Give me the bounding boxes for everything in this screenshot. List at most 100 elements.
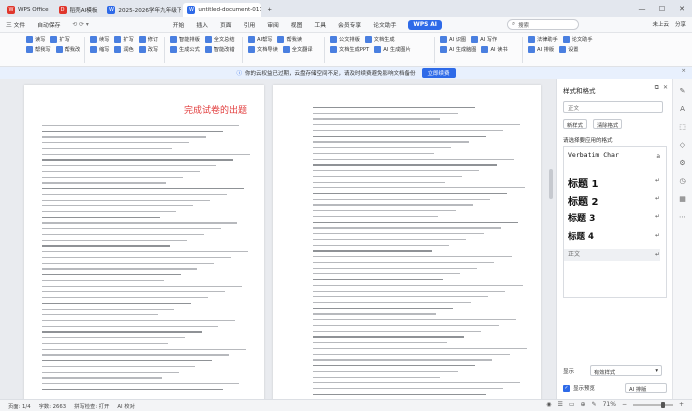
ribbon-button[interactable]: 智能排版	[170, 36, 200, 43]
history-icon[interactable]: ◷	[679, 177, 685, 185]
menu-item[interactable]: 视图	[285, 20, 309, 29]
spell-check[interactable]: 拼写检查: 打开	[74, 402, 109, 410]
ribbon-button[interactable]: AI帮写	[248, 36, 272, 43]
more-icon[interactable]: ⋯	[679, 213, 686, 221]
ribbon-button[interactable]: 帮我读	[277, 36, 302, 43]
tool-icon	[440, 46, 447, 53]
text-line	[313, 152, 434, 155]
renew-button[interactable]: 立即续费	[421, 68, 456, 78]
text-line	[313, 370, 458, 372]
page-view-icon[interactable]: ▭	[569, 401, 575, 408]
browser-tab[interactable]: W WPS Office	[3, 3, 53, 17]
browser-tab[interactable]: D 稻壳AI模板	[55, 3, 102, 17]
autosave-toggle[interactable]: 自动保存	[31, 20, 66, 29]
style-item[interactable]: 标题 1	[568, 175, 598, 190]
ribbon-button[interactable]: 帮我改	[55, 46, 80, 53]
style-item[interactable]: Verbatim Char	[568, 151, 619, 159]
file-menu[interactable]: 三 文件	[0, 20, 31, 29]
word-count[interactable]: 字数: 2663	[39, 402, 67, 410]
document-page-2[interactable]	[273, 85, 541, 399]
document-area[interactable]: 完成试卷的出题	[0, 79, 556, 399]
ribbon-button[interactable]: 全文翻译	[282, 46, 313, 53]
layout-icon[interactable]: ☰	[557, 401, 562, 408]
ribbon-button[interactable]: 改写	[138, 46, 158, 53]
menu-item[interactable]: 开始	[167, 20, 191, 29]
clear-format-button[interactable]: 清除格式	[593, 119, 623, 129]
ribbon-button[interactable]: 设置	[559, 46, 579, 53]
ribbon-button[interactable]: 智能改错	[204, 46, 235, 53]
maximize-icon[interactable]: ☐	[652, 0, 672, 17]
ribbon-button[interactable]: 缩写	[90, 46, 109, 53]
style-icon[interactable]: A	[680, 105, 685, 113]
ribbon-button[interactable]: AI 识图	[440, 36, 466, 43]
ai-proofread[interactable]: AI 校对	[117, 402, 134, 410]
menu-item[interactable]: 审阅	[261, 20, 285, 29]
zoom-slider[interactable]	[632, 401, 673, 408]
menu-item[interactable]: 页面	[214, 20, 238, 29]
ribbon-button[interactable]: 帮我写	[26, 46, 51, 53]
menu-item[interactable]: 会员专享	[332, 20, 367, 29]
style-item[interactable]: 标题 2	[568, 193, 598, 208]
ribbon-button[interactable]: 扩写	[50, 36, 70, 43]
tab-label: WPS Office	[18, 7, 49, 13]
menu-item[interactable]: 工具	[308, 20, 332, 29]
ribbon-button[interactable]: 文档生成PPT	[330, 46, 369, 53]
adjust-icon[interactable]: ⚙	[679, 159, 685, 167]
text-line	[313, 387, 504, 390]
select-icon[interactable]: ⬚	[679, 123, 686, 131]
ribbon-button[interactable]: AI 生成脑图	[440, 46, 476, 53]
zoom-out-icon[interactable]: −	[622, 401, 627, 408]
ribbon-button[interactable]: 论文助手	[562, 36, 593, 43]
ribbon-button[interactable]: 公文排版	[330, 36, 360, 43]
close-icon[interactable]: ✕	[663, 84, 668, 92]
ribbon-button[interactable]: 润色	[114, 46, 134, 53]
web-view-icon[interactable]: ⊕	[581, 401, 586, 408]
ribbon-button[interactable]: AI 写作	[471, 36, 497, 43]
menu-item[interactable]: 论文助手	[367, 20, 402, 29]
show-select[interactable]: 有效样式 ▾	[590, 365, 662, 376]
preview-checkbox[interactable]: ✓ 显示预览	[563, 384, 595, 392]
style-item[interactable]: 标题 3	[568, 211, 595, 224]
minimize-icon[interactable]: —	[632, 0, 652, 17]
view-icon[interactable]: ◉	[546, 401, 551, 408]
cloud-status[interactable]: 未上云	[652, 20, 669, 28]
browser-tab[interactable]: W2025-2026学年九年级下册数学×	[103, 3, 181, 17]
ribbon-button[interactable]: 生成公式	[170, 46, 200, 53]
menu-item[interactable]: 插入	[190, 20, 214, 29]
ribbon-button[interactable]: 全文总结	[204, 36, 235, 43]
new-style-button[interactable]: 新样式	[563, 119, 587, 129]
ai-layout-button[interactable]: AI 排版	[625, 383, 667, 393]
ribbon-button[interactable]: AI 读书	[481, 46, 508, 53]
new-tab-button[interactable]: +	[263, 3, 276, 17]
current-style-field[interactable]: 正文	[563, 101, 663, 113]
grid-icon[interactable]: ▦	[679, 195, 686, 203]
ribbon-button[interactable]: 法律助手	[528, 36, 558, 43]
document-page-1[interactable]: 完成试卷的出题	[24, 85, 264, 399]
ribbon-button[interactable]: 修订	[138, 36, 158, 43]
close-notification-icon[interactable]: ×	[681, 68, 686, 74]
ribbon-button[interactable]: AI 生成图片	[374, 46, 411, 53]
ribbon-button[interactable]: AI 排版	[528, 46, 554, 53]
ribbon-button[interactable]: 续写	[90, 36, 109, 43]
zoom-level[interactable]: 71%	[603, 401, 616, 408]
share-button[interactable]: 分享	[675, 20, 686, 28]
read-view-icon[interactable]: ✎	[592, 401, 597, 408]
search-input[interactable]: ⌕ 搜索	[507, 19, 579, 30]
wps-ai-button[interactable]: WPS AI	[402, 19, 447, 30]
zoom-in-icon[interactable]: +	[679, 401, 684, 408]
page-indicator[interactable]: 页面: 1/4	[8, 402, 31, 410]
style-item[interactable]: 标题 4	[568, 230, 594, 242]
menu-item[interactable]: 引用	[238, 20, 262, 29]
ribbon-button[interactable]: 文档生成	[364, 36, 395, 43]
browser-tab[interactable]: Wuntitled-document-0115×	[183, 3, 262, 17]
edit-icon[interactable]: ✎	[680, 87, 686, 95]
ribbon-button[interactable]: 读写	[26, 36, 45, 43]
quick-tools[interactable]: ⟲ ⟳ ▾	[66, 22, 94, 28]
ribbon-button[interactable]: 扩写	[114, 36, 134, 43]
close-icon[interactable]: ✕	[672, 0, 692, 17]
shape-icon[interactable]: ◇	[680, 141, 685, 149]
pin-icon[interactable]: ⧉	[655, 84, 659, 92]
ribbon-button[interactable]: 文档导读	[248, 46, 278, 53]
style-item[interactable]: 正文	[564, 249, 660, 261]
vertical-scrollbar[interactable]	[549, 169, 553, 199]
